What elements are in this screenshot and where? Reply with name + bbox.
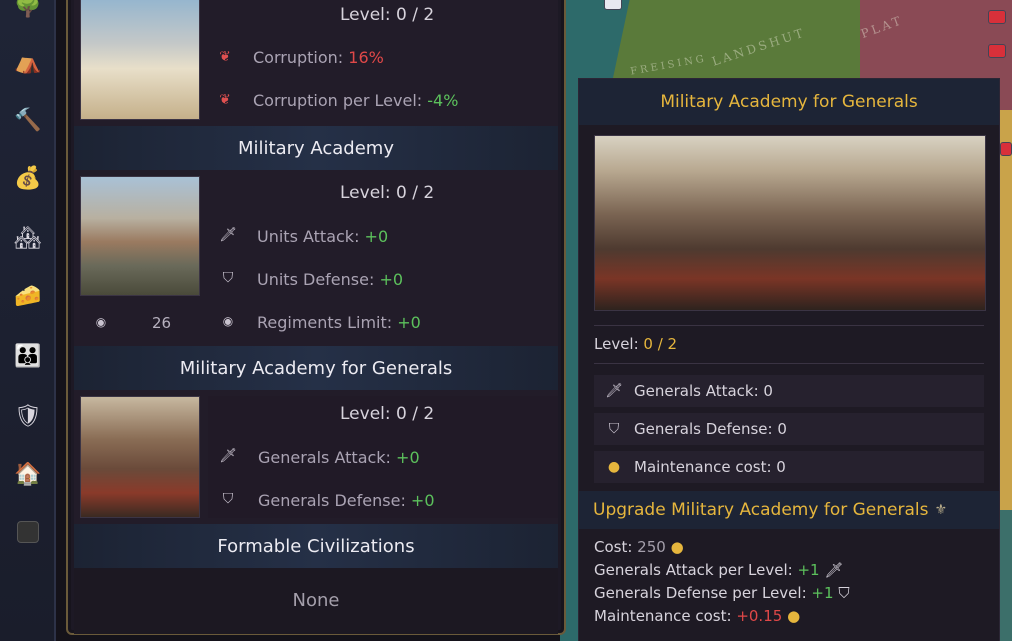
regiment-icon: ◉ [222, 314, 234, 328]
coins-icon: ● [787, 607, 801, 625]
building-tooltip: Military Academy for Generals Level: 0 /… [578, 78, 1000, 641]
divider [594, 363, 984, 364]
map-flag-icon[interactable] [988, 10, 1006, 24]
military-academy-header: Military Academy [74, 126, 558, 170]
upgrade-cost: Cost: 250 ● [594, 538, 684, 556]
generals-defense-row: Generals Defense: +0 [258, 491, 435, 510]
generals-academy-level: Level: 0 / 2 [340, 404, 435, 424]
corruption-per-level-row: Corruption per Level: -4% [253, 91, 459, 110]
units-attack-row: Units Attack: +0 [257, 227, 389, 246]
city-icon[interactable]: 🏘 [6, 216, 50, 260]
generals-attack-row: Generals Attack: +0 [258, 448, 420, 467]
house-icon[interactable]: 🏠 [6, 452, 50, 496]
tooltip-title: Military Academy for Generals [579, 79, 999, 125]
generals-academy-header: Military Academy for Generals [74, 346, 558, 390]
units-defense-row: Units Defense: +0 [257, 270, 404, 289]
corruption-icon: ❦ [219, 92, 231, 108]
tooltip-building-image [594, 135, 986, 311]
emblem-icon: ⚜ [934, 502, 948, 518]
tooltip-stat-row: ⛉ Generals Defense: 0 [594, 413, 984, 445]
coins-icon: ● [607, 459, 621, 475]
corruption-row: Corruption: 16% [253, 48, 384, 67]
corruption-icon: ❦ [219, 49, 231, 65]
tooltip-level: Level: 0 / 2 [594, 335, 678, 353]
tent-icon[interactable]: ⛺ [6, 40, 50, 84]
shield-icon: ⛉ [608, 421, 620, 437]
hammer-icon[interactable]: 🔨 [6, 98, 50, 142]
upgrade-maintenance: Maintenance cost: +0.15 ● [594, 607, 801, 625]
merchant-icon[interactable]: 💰 [6, 156, 50, 200]
map-flag-icon[interactable] [1000, 142, 1012, 156]
tooltip-stat-row: ● Maintenance cost: 0 [594, 451, 984, 483]
sword-icon: 🗡 [219, 227, 237, 243]
generals-academy-image[interactable] [80, 396, 200, 518]
divider [594, 325, 984, 326]
coins-icon: ● [670, 538, 684, 556]
upgrade-attack-per-level: Generals Attack per Level: +1 🗡 [594, 561, 844, 579]
shield-icon: ⛉ [222, 491, 234, 507]
regiment-icon: ◉ [95, 315, 107, 329]
sword-icon: 🗡 [605, 383, 623, 399]
family-icon[interactable]: 👪 [6, 334, 50, 378]
formable-none-text: None [292, 590, 340, 611]
tree-icon[interactable]: 🌳 [6, 0, 50, 28]
sword-icon: 🗡 [824, 561, 844, 579]
upgrade-defense-per-level: Generals Defense per Level: +1 ⛉ [594, 584, 850, 602]
map-flag-icon[interactable] [604, 0, 622, 10]
map-flag-icon[interactable] [988, 44, 1006, 58]
cheese-icon[interactable]: 🧀 [6, 274, 50, 318]
blank-icon[interactable] [6, 510, 50, 554]
military-academy-image[interactable] [80, 176, 200, 296]
shield-icon: ⛉ [838, 584, 850, 602]
icon-sidebar: 🌳 ⛺ 🔨 💰 🏘 🧀 👪 🛡 🏠 [0, 0, 56, 641]
sword-icon: 🗡 [219, 448, 237, 464]
military-academy-level: Level: 0 / 2 [340, 183, 435, 203]
formable-civilizations-header: Formable Civilizations [74, 524, 558, 568]
shield-icon: ⛉ [222, 270, 234, 286]
tooltip-stat-row: 🗡 Generals Attack: 0 [594, 375, 984, 407]
regiments-count: 26 [152, 314, 172, 332]
regiments-limit-row: Regiments Limit: +0 [257, 313, 421, 332]
buildings-panel: Level: 0 / 2 ❦ Corruption: 16% ❦ Corrupt… [66, 0, 566, 635]
knight-icon[interactable]: 🛡 [6, 394, 50, 438]
court-building-image[interactable] [80, 0, 200, 120]
court-level: Level: 0 / 2 [340, 5, 435, 25]
upgrade-header: Upgrade Military Academy for Generals ⚜ [579, 491, 999, 529]
